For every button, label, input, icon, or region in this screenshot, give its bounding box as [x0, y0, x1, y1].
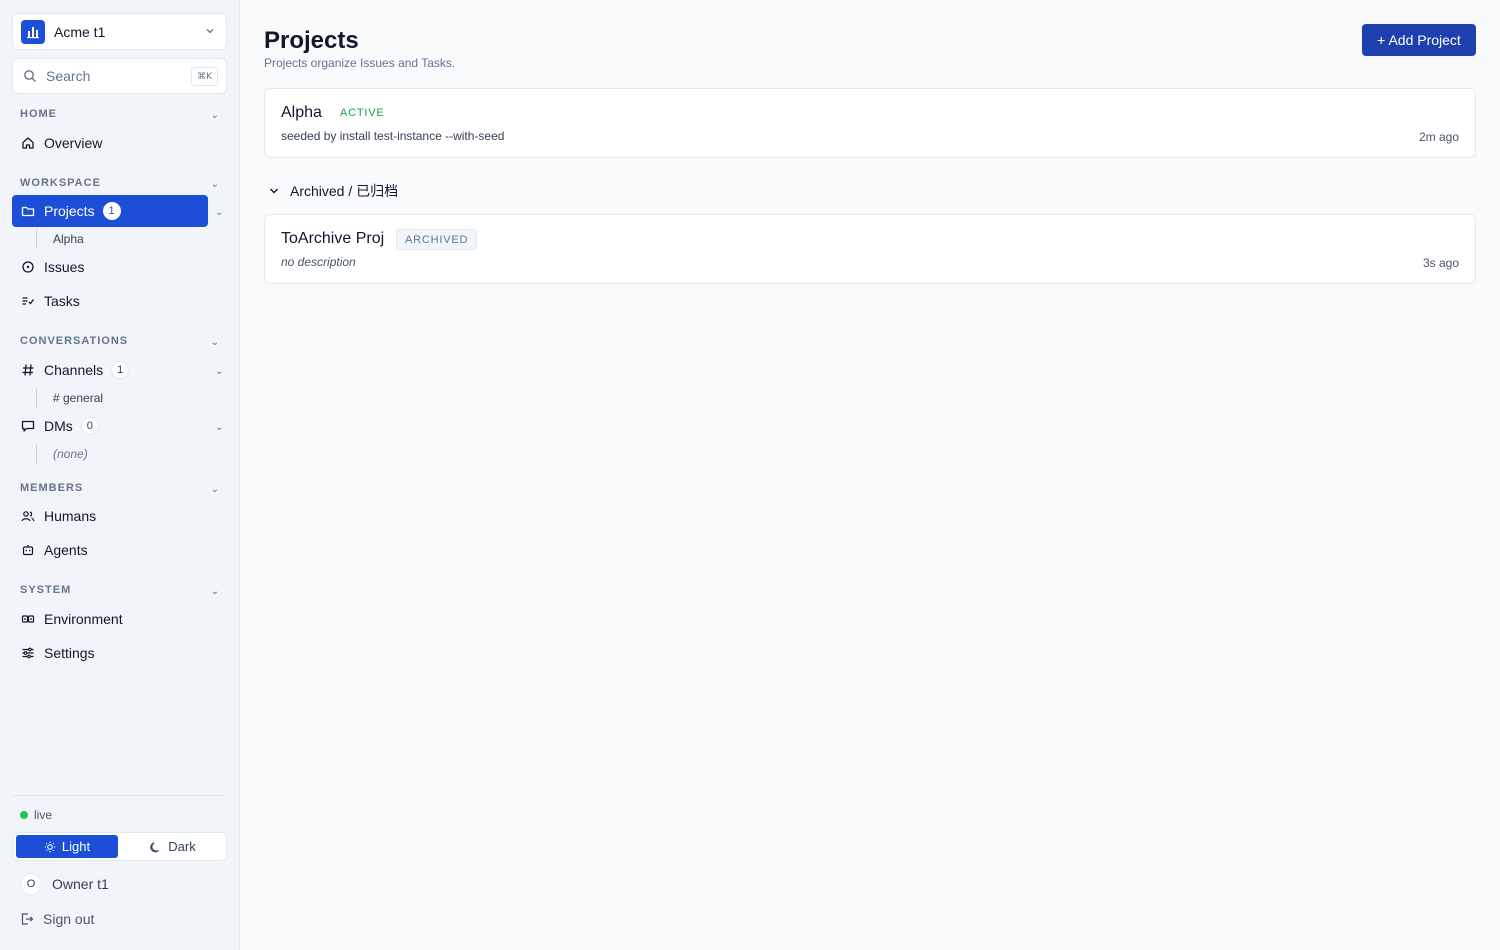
sidebar-item-label: Humans [44, 508, 97, 524]
sidebar-item-humans[interactable]: Humans [12, 500, 208, 532]
section-members-header[interactable]: MEMBERS [20, 482, 83, 494]
sidebar-item-label: Channels [44, 362, 104, 378]
sidebar: Acme t1 Search ⌘K HOME ⌄ Overview WORKSP… [0, 0, 240, 950]
sidebar-item-label: Issues [44, 259, 85, 275]
sidebar-item-label: Projects [44, 203, 95, 219]
project-timestamp: 3s ago [1422, 256, 1459, 270]
project-name: Alpha [281, 104, 322, 121]
chevron-down-icon[interactable]: ⌄ [215, 207, 223, 218]
theme-dark-button[interactable]: Dark [122, 835, 224, 858]
status-dot-icon [20, 811, 28, 819]
project-description: no description [281, 255, 356, 269]
search-shortcut: ⌘K [191, 67, 218, 86]
section-workspace-header[interactable]: WORKSPACE [20, 177, 101, 189]
channels-count-badge: 1 [111, 361, 130, 379]
sidebar-item-label: Environment [44, 611, 123, 627]
section-home-header[interactable]: HOME [20, 108, 57, 120]
chevron-down-icon [206, 29, 214, 34]
sign-out-icon [21, 913, 34, 925]
search-placeholder: Search [46, 68, 91, 84]
sign-out-label: Sign out [43, 911, 95, 927]
project-card-toarchive[interactable]: ToArchive Proj ARCHIVED no description 3… [264, 214, 1476, 284]
sidebar-divider [12, 795, 227, 796]
chevron-down-icon[interactable]: ⌄ [211, 337, 219, 348]
sidebar-item-overview[interactable]: Overview [12, 127, 208, 159]
sidebar-item-dms[interactable]: DMs 0 [12, 410, 208, 442]
project-card-alpha[interactable]: Alpha ACTIVE seeded by install test-inst… [264, 88, 1476, 158]
folder-icon [21, 206, 35, 217]
chevron-down-icon[interactable]: ⌄ [215, 422, 223, 433]
workspace-switcher[interactable]: Acme t1 [12, 13, 227, 50]
bot-icon [22, 545, 34, 556]
chevron-down-icon[interactable]: ⌄ [211, 484, 219, 495]
chevron-down-icon[interactable]: ⌄ [211, 179, 219, 190]
task-list-icon [22, 297, 35, 305]
project-name: ToArchive Proj [281, 230, 385, 247]
sidebar-item-agents[interactable]: Agents [12, 534, 208, 566]
hash-icon [22, 364, 34, 376]
sign-out-button[interactable]: Sign out [20, 911, 94, 927]
project-description: seeded by install test-instance --with-s… [281, 129, 505, 143]
archived-section-toggle[interactable]: Archived / 已归档 [268, 181, 398, 201]
theme-light-button[interactable]: Light [16, 835, 118, 858]
section-conversations-header[interactable]: CONVERSATIONS [20, 335, 128, 347]
projects-count-badge: 1 [102, 202, 121, 220]
sliders-icon [22, 647, 34, 659]
sidebar-subitem-none: (none) [36, 444, 88, 464]
chevron-down-icon[interactable]: ⌄ [215, 366, 223, 377]
moon-icon [150, 841, 160, 852]
message-icon [21, 420, 35, 432]
sidebar-item-label: Agents [44, 542, 88, 558]
sidebar-subitem-alpha[interactable]: Alpha [36, 229, 84, 249]
sidebar-item-environment[interactable]: Environment [12, 603, 208, 635]
issue-circle-icon [22, 261, 34, 273]
archived-section-label: Archived / 已归档 [290, 183, 399, 199]
status-badge: ARCHIVED [396, 229, 478, 250]
workspace-name: Acme t1 [54, 23, 106, 40]
chevron-down-icon[interactable]: ⌄ [211, 586, 219, 597]
page-subtitle: Projects organize Issues and Tasks. [264, 56, 456, 70]
sun-icon [44, 841, 56, 852]
sidebar-item-projects[interactable]: Projects 1 [12, 195, 208, 227]
project-timestamp: 2m ago [1418, 130, 1459, 144]
sidebar-item-label: Settings [44, 645, 95, 661]
user-name: Owner t1 [52, 876, 109, 892]
sidebar-item-settings[interactable]: Settings [12, 637, 208, 669]
sidebar-item-label: Tasks [44, 293, 80, 309]
theme-toggle: Light Dark [13, 832, 227, 861]
sidebar-item-issues[interactable]: Issues [12, 251, 208, 283]
status-label: live [34, 808, 53, 822]
current-user[interactable]: O Owner t1 [20, 873, 109, 895]
environment-icon [21, 615, 35, 623]
sidebar-subitem-general[interactable]: # general [36, 388, 103, 408]
search-icon [24, 70, 36, 82]
users-icon [21, 511, 35, 522]
chevron-down-icon[interactable]: ⌄ [211, 110, 219, 121]
sidebar-item-label: Overview [44, 135, 103, 151]
workspace-logo-icon [21, 19, 45, 44]
connection-status: live [20, 808, 52, 822]
page-title: Projects [264, 27, 359, 54]
add-project-button[interactable]: + Add Project [1362, 24, 1476, 56]
section-system-header[interactable]: SYSTEM [20, 584, 71, 596]
theme-light-label: Light [61, 839, 91, 854]
avatar: O [20, 873, 42, 895]
sidebar-item-channels[interactable]: Channels 1 [12, 354, 208, 386]
sidebar-item-tasks[interactable]: Tasks [12, 285, 208, 317]
chevron-down-icon [270, 188, 278, 194]
dms-count-badge: 0 [80, 417, 99, 435]
home-icon [22, 137, 34, 149]
theme-dark-label: Dark [168, 839, 196, 854]
status-badge: ACTIVE [340, 107, 385, 119]
sidebar-item-label: DMs [44, 418, 73, 434]
search-input[interactable]: Search ⌘K [12, 58, 227, 94]
